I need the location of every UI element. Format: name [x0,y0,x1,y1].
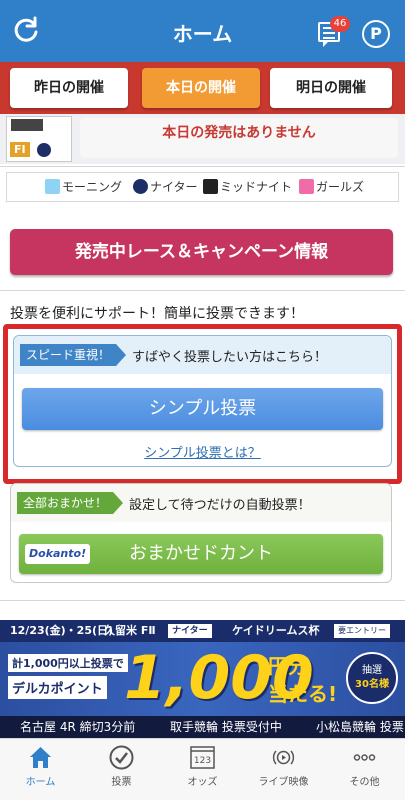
tab-today[interactable]: 本日の開催 [142,68,260,108]
divider [0,600,405,601]
banner-night-tag: ナイター [168,624,212,638]
race-type-legend: モーニング ナイター ミッドナイト ガールズ [6,172,399,202]
banner-entry-tag: 要エントリー [334,624,390,638]
more-icon [353,754,376,761]
simple-vote-header: スピード重視！ すばやく投票したい方はこちら！ [14,336,391,374]
home-icon [30,747,51,768]
banner-win: 当たる! [268,682,338,706]
tab-label: オッズ [187,777,218,788]
tab-vote[interactable]: 投票 [81,739,162,800]
legend-label: ナイター [150,180,198,194]
banner-point-label: デルカポイント [8,676,107,699]
bottom-tab-bar: ホーム 投票 123 オッズ ライブ映像 その他 [0,738,405,800]
tab-odds[interactable]: 123 オッズ [162,739,243,800]
lottery-count: 30名様 [355,679,389,690]
day-tabs: 昨日の開催 本日の開催 明日の開催 [0,62,405,114]
simple-vote-description: すばやく投票したい方はこちら！ [132,350,328,365]
banner-date: 12/23(金)・25(日) [10,624,114,637]
divider [0,290,405,291]
message-count-badge: 46 [330,16,350,32]
legend-midnight: ミッドナイト [203,179,292,195]
tab-label: その他 [349,777,380,788]
ticker-item: 取手競輪 投票受付中 [170,720,282,734]
heart-icon [299,179,314,194]
auto-tag: 全部おまかせ！ [17,492,124,514]
no-sale-notice: 本日の発売はありません [80,118,398,158]
legend-morning: モーニング [45,179,122,195]
tab-label: 投票 [111,777,132,788]
simple-vote-section: スピード重視！ すばやく投票したい方はこちら！ シンプル投票 シンプル投票とは？ [3,324,402,484]
tab-tomorrow[interactable]: 明日の開催 [270,68,392,108]
morning-icon [45,179,60,194]
ticker-item: 名古屋 4R 締切3分前 [20,720,136,734]
banner-header: 12/23(金)・25(日) 久留米 FⅡ ナイター ケイドリームス杯 要エント… [0,620,405,642]
tab-more[interactable]: その他 [324,739,405,800]
point-icon[interactable]: P [362,20,390,48]
dokanto-button-label: おまかせドカント [129,543,273,564]
dokanto-button[interactable]: Dokanto! おまかせドカント [19,534,383,574]
support-message: 投票を便利にサポート！簡単に投票できます！ [10,306,304,322]
app-header: ホーム 46 P [0,0,405,62]
odds-icon: 123 [190,746,215,769]
campaign-banner[interactable]: 12/23(金)・25(日) 久留米 FⅡ ナイター ケイドリームス杯 要エント… [0,620,405,716]
simple-vote-button[interactable]: シンプル投票 [22,388,383,430]
dokanto-logo: Dokanto! [25,544,91,564]
simple-vote-help-link[interactable]: シンプル投票とは？ [14,442,391,461]
speed-tag: スピード重視！ [20,344,127,366]
tab-home[interactable]: ホーム [0,739,81,800]
lottery-label: 抽選 [362,665,382,676]
moon-icon [133,179,148,194]
banner-condition: 計1,000円以上投票で [8,654,128,672]
divider [0,166,405,167]
grade-badge: FI [10,142,30,157]
venue-logo-bar [11,119,43,131]
lottery-badge: 抽選 30名様 [346,652,398,704]
legend-girls: ガールズ [299,179,364,195]
banner-yen: 円分 [268,654,308,678]
banner-body: 計1,000円以上投票で デルカポイント 1,000 円分 当たる! 抽選 30… [0,642,405,716]
auto-vote-description: 設定して待つだけの自動投票！ [129,498,311,513]
nighter-icon [37,143,51,157]
tab-live[interactable]: ライブ映像 [243,739,324,800]
venue-logo[interactable]: FI [6,116,72,162]
auto-vote-header: 全部おまかせ！ 設定して待つだけの自動投票！ [11,484,391,522]
banner-venue: 久留米 FⅡ [104,624,156,637]
campaign-info-button[interactable]: 発売中レース＆キャンペーン情報 [10,229,393,275]
venue-row: FI 本日の発売はありません [0,114,405,164]
simple-vote-card: スピード重視！ すばやく投票したい方はこちら！ シンプル投票 シンプル投票とは？ [13,335,392,467]
legend-label: ミッドナイト [220,180,293,194]
race-ticker[interactable]: 名古屋 4R 締切3分前 取手競輪 投票受付中 小松島競輪 投票 [0,716,405,738]
ticker-item: 小松島競輪 投票 [316,720,404,734]
legend-label: ガールズ [316,180,365,194]
banner-cup: ケイドリームス杯 [232,624,320,637]
legend-nighter: ナイター [133,179,198,195]
auto-vote-section: 全部おまかせ！ 設定して待つだけの自動投票！ Dokanto! おまかせドカント [10,483,392,583]
tab-label: ホーム [25,777,56,788]
legend-label: モーニング [62,180,123,194]
tab-yesterday[interactable]: 昨日の開催 [10,68,128,108]
svg-text:123: 123 [194,756,211,766]
live-video-icon [272,750,295,765]
tab-label: ライブ映像 [258,777,309,788]
check-circle-icon [109,745,134,770]
midnight-icon [203,179,218,194]
